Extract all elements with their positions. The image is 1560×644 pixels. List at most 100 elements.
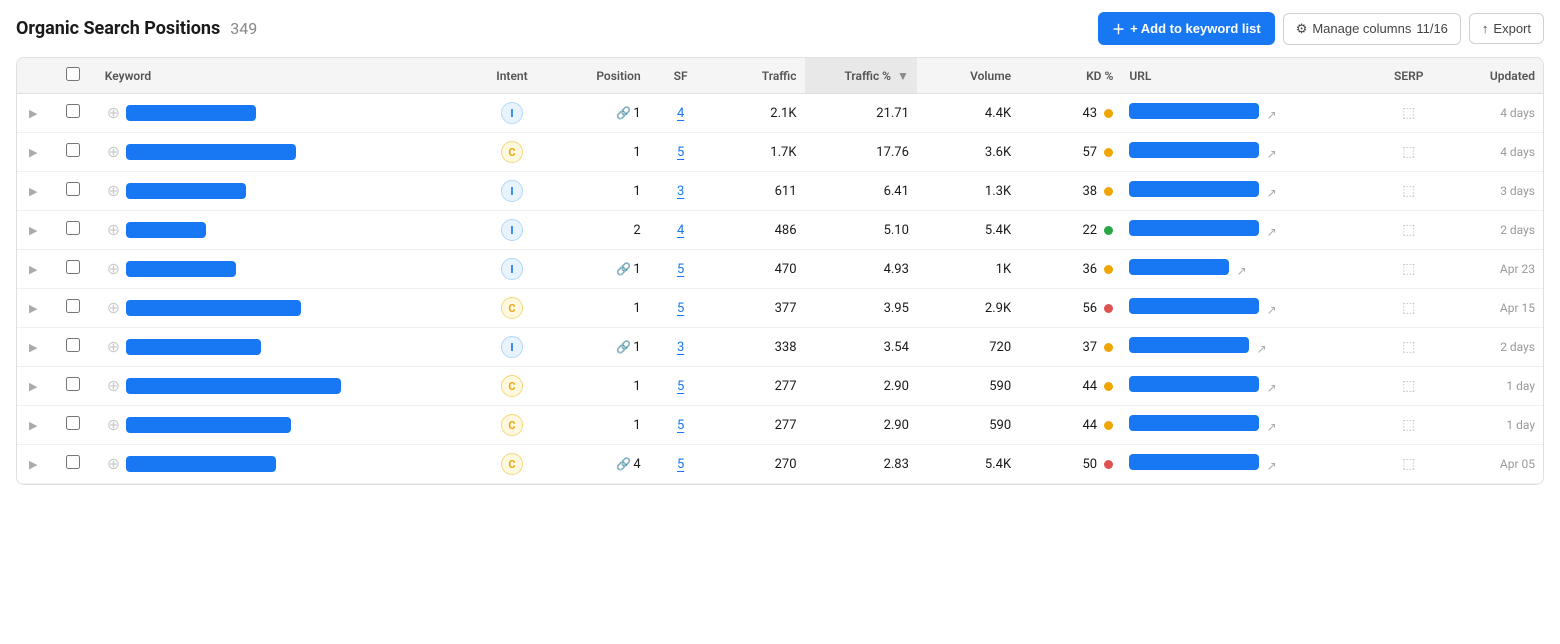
checkbox-cell[interactable] bbox=[58, 94, 96, 133]
external-link-icon[interactable]: ↗ bbox=[1267, 303, 1277, 317]
serp-cell[interactable]: ⬚ bbox=[1377, 133, 1441, 172]
serp-cell[interactable]: ⬚ bbox=[1377, 406, 1441, 445]
serp-icon[interactable]: ⬚ bbox=[1402, 222, 1415, 238]
checkbox-cell[interactable] bbox=[58, 250, 96, 289]
sf-cell[interactable]: 5 bbox=[649, 133, 713, 172]
sf-cell[interactable]: 5 bbox=[649, 289, 713, 328]
external-link-icon[interactable]: ↗ bbox=[1267, 420, 1277, 434]
add-keyword-button[interactable]: ＋ + Add to keyword list bbox=[1098, 12, 1275, 45]
checkbox-cell[interactable] bbox=[58, 367, 96, 406]
sf-value[interactable]: 4 bbox=[677, 223, 684, 238]
sf-value[interactable]: 3 bbox=[677, 184, 684, 199]
external-link-icon[interactable]: ↗ bbox=[1237, 264, 1247, 278]
th-checkbox[interactable] bbox=[58, 58, 96, 94]
add-row-button[interactable]: ⊕ bbox=[105, 142, 122, 162]
expand-button[interactable]: ▶ bbox=[25, 456, 41, 473]
external-link-icon[interactable]: ↗ bbox=[1267, 459, 1277, 473]
sf-value[interactable]: 5 bbox=[677, 301, 684, 316]
sf-cell[interactable]: 3 bbox=[649, 172, 713, 211]
add-row-button[interactable]: ⊕ bbox=[105, 415, 122, 435]
checkbox-cell[interactable] bbox=[58, 328, 96, 367]
serp-icon[interactable]: ⬚ bbox=[1402, 378, 1415, 394]
checkbox-cell[interactable] bbox=[58, 406, 96, 445]
sf-cell[interactable]: 5 bbox=[649, 406, 713, 445]
row-checkbox[interactable] bbox=[66, 182, 80, 196]
add-row-button[interactable]: ⊕ bbox=[105, 454, 122, 474]
sf-cell[interactable]: 3 bbox=[649, 328, 713, 367]
add-row-button[interactable]: ⊕ bbox=[105, 298, 122, 318]
row-checkbox[interactable] bbox=[66, 260, 80, 274]
th-intent[interactable]: Intent bbox=[467, 58, 556, 94]
th-serp[interactable]: SERP bbox=[1377, 58, 1441, 94]
select-all-checkbox[interactable] bbox=[66, 67, 80, 81]
serp-icon[interactable]: ⬚ bbox=[1402, 417, 1415, 433]
row-checkbox[interactable] bbox=[66, 104, 80, 118]
sf-value[interactable]: 5 bbox=[677, 262, 684, 277]
serp-icon[interactable]: ⬚ bbox=[1402, 261, 1415, 277]
th-traffic[interactable]: Traffic bbox=[713, 58, 805, 94]
serp-cell[interactable]: ⬚ bbox=[1377, 328, 1441, 367]
external-link-icon[interactable]: ↗ bbox=[1267, 381, 1277, 395]
th-updated[interactable]: Updated bbox=[1441, 58, 1543, 94]
th-kd[interactable]: KD % bbox=[1019, 58, 1121, 94]
serp-icon[interactable]: ⬚ bbox=[1402, 456, 1415, 472]
serp-cell[interactable]: ⬚ bbox=[1377, 367, 1441, 406]
sf-value[interactable]: 5 bbox=[677, 418, 684, 433]
add-row-button[interactable]: ⊕ bbox=[105, 376, 122, 396]
external-link-icon[interactable]: ↗ bbox=[1267, 147, 1277, 161]
serp-cell[interactable]: ⬚ bbox=[1377, 211, 1441, 250]
external-link-icon[interactable]: ↗ bbox=[1267, 108, 1277, 122]
checkbox-cell[interactable] bbox=[58, 133, 96, 172]
row-checkbox[interactable] bbox=[66, 455, 80, 469]
external-link-icon[interactable]: ↗ bbox=[1267, 186, 1277, 200]
serp-cell[interactable]: ⬚ bbox=[1377, 94, 1441, 133]
sf-value[interactable]: 4 bbox=[677, 106, 684, 121]
th-keyword[interactable]: Keyword bbox=[97, 58, 467, 94]
row-checkbox[interactable] bbox=[66, 299, 80, 313]
manage-columns-button[interactable]: ⚙ Manage columns 11/16 bbox=[1283, 13, 1461, 45]
row-checkbox[interactable] bbox=[66, 416, 80, 430]
expand-button[interactable]: ▶ bbox=[25, 105, 41, 122]
row-checkbox[interactable] bbox=[66, 143, 80, 157]
expand-button[interactable]: ▶ bbox=[25, 339, 41, 356]
external-link-icon[interactable]: ↗ bbox=[1267, 225, 1277, 239]
serp-icon[interactable]: ⬚ bbox=[1402, 183, 1415, 199]
external-link-icon[interactable]: ↗ bbox=[1257, 342, 1267, 356]
row-checkbox[interactable] bbox=[66, 377, 80, 391]
serp-cell[interactable]: ⬚ bbox=[1377, 289, 1441, 328]
th-sf[interactable]: SF bbox=[649, 58, 713, 94]
serp-cell[interactable]: ⬚ bbox=[1377, 250, 1441, 289]
add-row-button[interactable]: ⊕ bbox=[105, 103, 122, 123]
expand-button[interactable]: ▶ bbox=[25, 378, 41, 395]
add-row-button[interactable]: ⊕ bbox=[105, 337, 122, 357]
serp-cell[interactable]: ⬚ bbox=[1377, 445, 1441, 484]
add-row-button[interactable]: ⊕ bbox=[105, 220, 122, 240]
add-row-button[interactable]: ⊕ bbox=[105, 259, 122, 279]
checkbox-cell[interactable] bbox=[58, 289, 96, 328]
serp-cell[interactable]: ⬚ bbox=[1377, 172, 1441, 211]
expand-button[interactable]: ▶ bbox=[25, 183, 41, 200]
row-checkbox[interactable] bbox=[66, 221, 80, 235]
th-volume[interactable]: Volume bbox=[917, 58, 1019, 94]
expand-button[interactable]: ▶ bbox=[25, 144, 41, 161]
th-url[interactable]: URL bbox=[1121, 58, 1377, 94]
serp-icon[interactable]: ⬚ bbox=[1402, 144, 1415, 160]
expand-button[interactable]: ▶ bbox=[25, 417, 41, 434]
sf-cell[interactable]: 5 bbox=[649, 445, 713, 484]
serp-icon[interactable]: ⬚ bbox=[1402, 300, 1415, 316]
serp-icon[interactable]: ⬚ bbox=[1402, 339, 1415, 355]
sf-value[interactable]: 5 bbox=[677, 379, 684, 394]
checkbox-cell[interactable] bbox=[58, 172, 96, 211]
sf-cell[interactable]: 4 bbox=[649, 94, 713, 133]
expand-button[interactable]: ▶ bbox=[25, 222, 41, 239]
sf-value[interactable]: 3 bbox=[677, 340, 684, 355]
sf-cell[interactable]: 4 bbox=[649, 211, 713, 250]
th-position[interactable]: Position bbox=[557, 58, 649, 94]
sf-cell[interactable]: 5 bbox=[649, 367, 713, 406]
add-row-button[interactable]: ⊕ bbox=[105, 181, 122, 201]
expand-button[interactable]: ▶ bbox=[25, 261, 41, 278]
export-button[interactable]: ↑ Export bbox=[1469, 13, 1544, 44]
sf-value[interactable]: 5 bbox=[677, 145, 684, 160]
expand-button[interactable]: ▶ bbox=[25, 300, 41, 317]
checkbox-cell[interactable] bbox=[58, 211, 96, 250]
